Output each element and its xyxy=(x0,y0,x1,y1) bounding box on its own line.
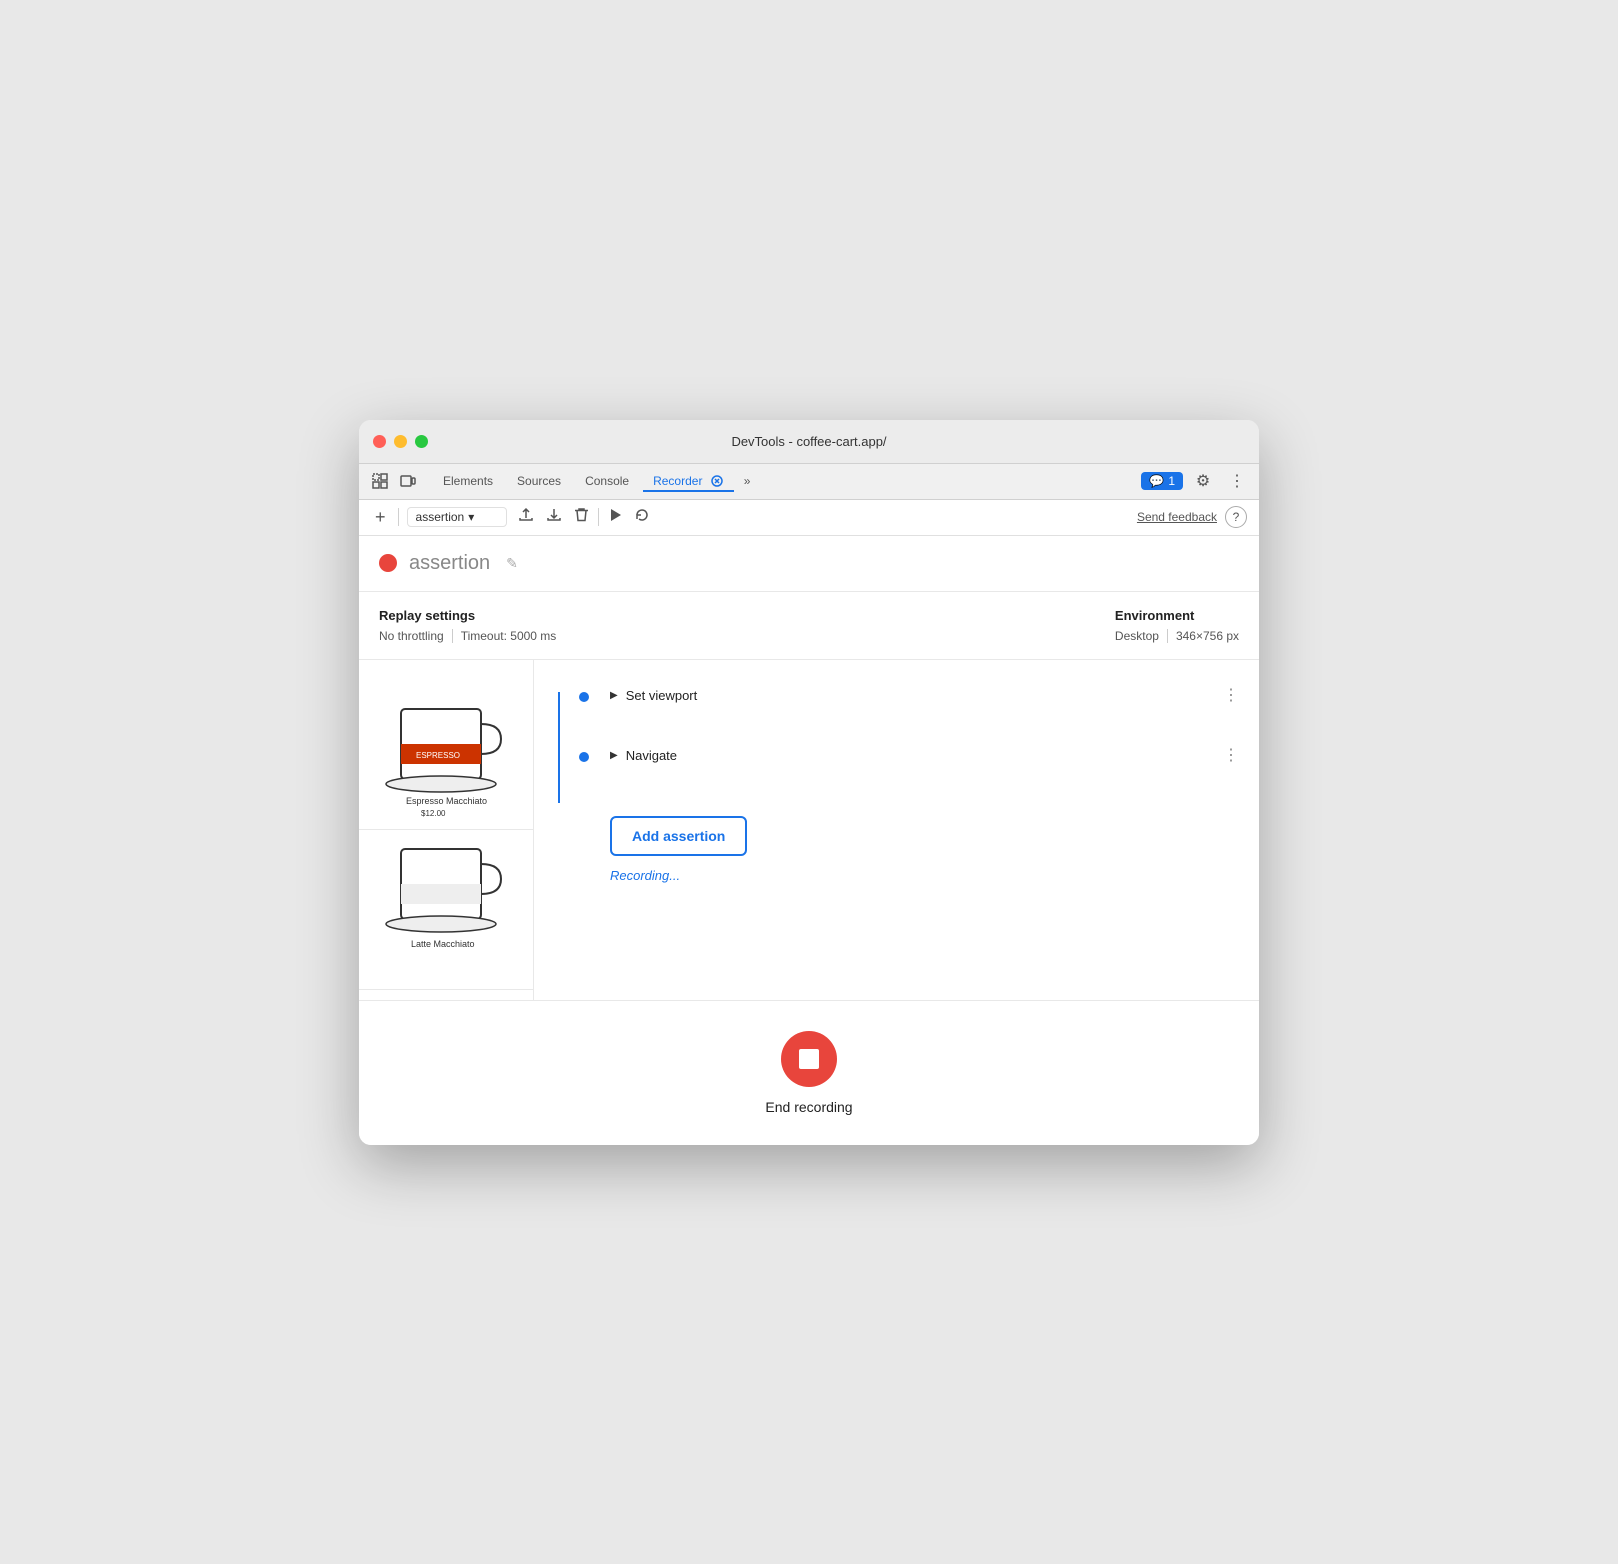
settings-separator-2 xyxy=(1167,629,1168,643)
timeout-value: Timeout: 5000 ms xyxy=(461,629,557,643)
step-1-expand-icon[interactable]: ▶ xyxy=(610,690,618,701)
more-btn[interactable]: ⋮ xyxy=(1223,467,1251,495)
window-title: DevTools - coffee-cart.app/ xyxy=(731,434,886,449)
main-content: assertion ✎ Replay settings No throttlin… xyxy=(359,536,1259,1145)
environment-value: Desktop 346×756 px xyxy=(1115,629,1239,643)
svg-text:ESPRESSO: ESPRESSO xyxy=(416,751,460,760)
settings-btn[interactable]: ⚙ xyxy=(1189,467,1217,495)
toolbar-divider-1 xyxy=(398,508,399,526)
play-btn[interactable] xyxy=(605,505,625,529)
tab-sources[interactable]: Sources xyxy=(507,470,571,492)
step-2-label: Navigate xyxy=(626,748,677,763)
traffic-lights xyxy=(373,435,428,448)
svg-text:$12.00: $12.00 xyxy=(421,809,446,818)
recording-select[interactable]: assertion ▾ xyxy=(407,507,507,527)
step-2-menu-btn[interactable]: ⋮ xyxy=(1223,748,1239,764)
throttling-value: No throttling xyxy=(379,629,444,643)
steps-area: ESPRESSO Espresso Macchiato $12.00 xyxy=(359,660,1259,1000)
svg-text:Latte Macchiato: Latte Macchiato xyxy=(411,939,475,949)
settings-separator-1 xyxy=(452,629,453,643)
environment-block: Environment Desktop 346×756 px xyxy=(1115,608,1239,643)
delete-btn[interactable] xyxy=(571,504,592,530)
devtools-window: DevTools - coffee-cart.app/ Elements xyxy=(359,420,1259,1145)
step-item-navigate: ▶ Navigate ⋮ xyxy=(574,736,1239,776)
step-2-expand-icon[interactable]: ▶ xyxy=(610,750,618,761)
recording-header: assertion ✎ xyxy=(359,536,1259,592)
help-btn[interactable]: ? xyxy=(1225,506,1247,528)
end-recording-label: End recording xyxy=(765,1099,852,1115)
step-2-dot xyxy=(579,752,589,762)
step-1-content[interactable]: ▶ Set viewport xyxy=(610,688,1207,703)
more-tabs-btn[interactable]: » xyxy=(738,470,757,492)
step-1-menu-btn[interactable]: ⋮ xyxy=(1223,688,1239,704)
svg-text:Espresso Macchiato: Espresso Macchiato xyxy=(406,796,487,806)
add-recording-btn[interactable]: + xyxy=(371,505,390,530)
step-1-dot xyxy=(579,692,589,702)
device-icon[interactable] xyxy=(395,468,421,494)
settings-row: Replay settings No throttling Timeout: 5… xyxy=(359,592,1259,660)
add-assertion-btn[interactable]: Add assertion xyxy=(610,816,747,856)
steps-panel: ▶ Set viewport ⋮ ▶ Navigate xyxy=(534,660,1259,1000)
export-btn[interactable] xyxy=(515,504,537,530)
step-1-timeline xyxy=(574,688,594,702)
tab-elements[interactable]: Elements xyxy=(433,470,503,492)
toolbar-divider-2 xyxy=(598,508,599,526)
step-2-timeline xyxy=(574,748,594,762)
end-recording-area: End recording xyxy=(359,1000,1259,1145)
preview-image-top: ESPRESSO Espresso Macchiato $12.00 xyxy=(359,660,533,830)
send-feedback-link[interactable]: Send feedback xyxy=(1137,510,1217,524)
toolbar-icons xyxy=(515,504,653,530)
import-btn[interactable] xyxy=(543,504,565,530)
tab-icon-group xyxy=(367,468,421,494)
tab-console[interactable]: Console xyxy=(575,470,639,492)
timeline-line xyxy=(558,692,560,803)
tab-recorder[interactable]: Recorder xyxy=(643,470,734,493)
recording-title: assertion xyxy=(409,552,490,575)
timeline-container: ▶ Set viewport ⋮ ▶ Navigate xyxy=(554,676,1239,883)
replay-settings-label: Replay settings xyxy=(379,608,556,623)
stop-icon xyxy=(799,1049,819,1069)
step-item-set-viewport: ▶ Set viewport ⋮ xyxy=(574,676,1239,716)
toolbar-right: Send feedback ? xyxy=(1137,506,1247,528)
step-2-content[interactable]: ▶ Navigate xyxy=(610,748,1207,763)
desktop-value: Desktop xyxy=(1115,629,1159,643)
stop-recording-btn[interactable] xyxy=(781,1031,837,1087)
comment-icon: 💬 xyxy=(1149,474,1164,488)
maximize-button[interactable] xyxy=(415,435,428,448)
environment-label: Environment xyxy=(1115,608,1239,623)
minimize-button[interactable] xyxy=(394,435,407,448)
add-assertion-area: Add assertion xyxy=(574,800,1239,868)
comments-badge[interactable]: 💬 1 xyxy=(1141,472,1183,490)
tab-bar-right: 💬 1 ⚙ ⋮ xyxy=(1141,467,1251,495)
recording-indicator xyxy=(379,554,397,572)
replay-settings-block: Replay settings No throttling Timeout: 5… xyxy=(379,608,556,643)
toolbar: + assertion ▾ xyxy=(359,500,1259,536)
cursor-icon[interactable] xyxy=(367,468,393,494)
step-1-label: Set viewport xyxy=(626,688,698,703)
preview-image-bottom: Latte Macchiato xyxy=(359,830,533,990)
recording-status: Recording... xyxy=(610,868,1239,883)
resolution-value: 346×756 px xyxy=(1176,629,1239,643)
replay-btn[interactable] xyxy=(631,504,653,530)
preview-panel: ESPRESSO Espresso Macchiato $12.00 xyxy=(359,660,534,1000)
title-bar: DevTools - coffee-cart.app/ xyxy=(359,420,1259,464)
edit-title-btn[interactable]: ✎ xyxy=(506,555,518,572)
close-button[interactable] xyxy=(373,435,386,448)
replay-settings-value: No throttling Timeout: 5000 ms xyxy=(379,629,556,643)
tab-bar: Elements Sources Console Recorder » 💬 1 … xyxy=(359,464,1259,500)
